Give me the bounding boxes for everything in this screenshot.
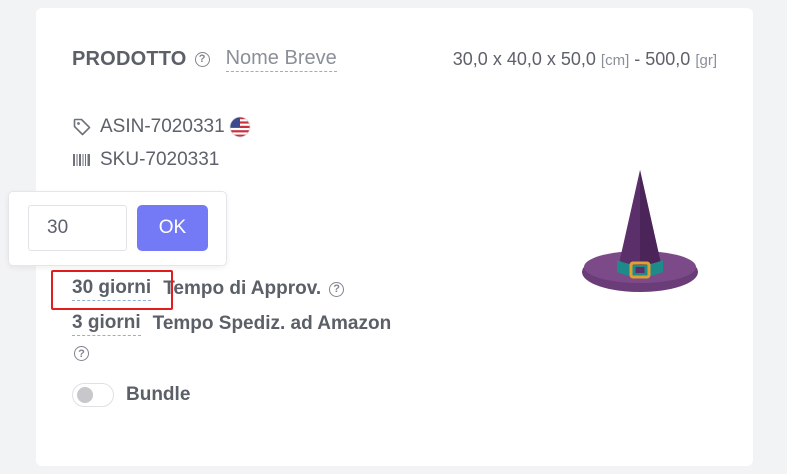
bundle-toggle[interactable] (72, 383, 114, 407)
weight-unit: [gr] (695, 52, 717, 69)
product-header: PRODOTTO ? Nome Breve (72, 46, 337, 72)
lead-time-input[interactable] (28, 205, 127, 251)
asin-label: ASIN-7020331 (100, 116, 225, 137)
tag-icon (72, 117, 92, 137)
us-flag-icon (229, 116, 251, 138)
ok-button[interactable]: OK (137, 205, 208, 251)
lead-time-highlight (51, 270, 173, 310)
shipping-time-label: Tempo Spediz. ad Amazon (152, 313, 392, 334)
barcode-icon (72, 152, 92, 168)
dimensions-value: 30,0 x 40,0 x 50,0 (452, 49, 596, 69)
sku-row: SKU-7020331 (72, 149, 219, 171)
help-icon[interactable]: ? (329, 281, 345, 297)
toggle-knob (77, 387, 93, 403)
help-icon[interactable]: ? (74, 346, 89, 361)
short-name-link[interactable]: Nome Breve (225, 46, 337, 72)
shipping-time-link[interactable]: 3 giorni (72, 312, 141, 336)
weight-separator: - (629, 49, 646, 69)
shipping-time-row: 3 giorni Tempo Spediz. ad Amazon (72, 312, 391, 336)
bundle-row: Bundle (72, 383, 190, 407)
product-title: PRODOTTO (72, 47, 187, 70)
lead-time-edit-popover: OK (8, 191, 227, 266)
shipping-help-row: ? (72, 346, 89, 361)
weight-value: 500,0 (645, 49, 691, 69)
witch-hat-image (576, 166, 704, 301)
asin-row: ASIN-7020331 (72, 116, 251, 138)
bundle-label: Bundle (126, 384, 191, 405)
sku-label: SKU-7020331 (100, 149, 220, 170)
lead-time-label: Tempo di Approv. (163, 278, 322, 299)
dimensions-unit: [cm] (600, 52, 630, 69)
dimensions-weight: 30,0 x 40,0 x 50,0 [cm] - 500,0 [gr] (453, 49, 717, 70)
help-icon[interactable]: ? (194, 51, 210, 67)
